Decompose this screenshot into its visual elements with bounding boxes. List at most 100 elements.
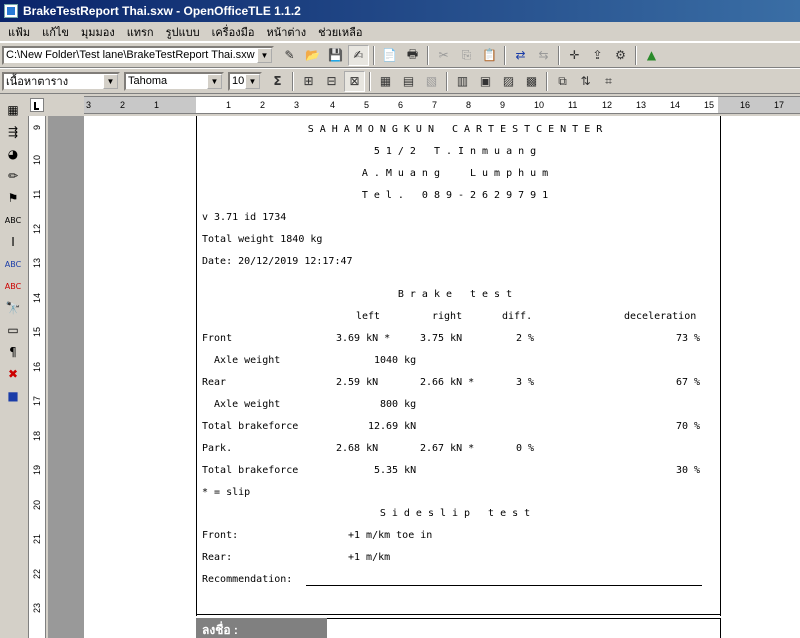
nonprinting-chars-icon[interactable]: ¶ xyxy=(3,342,23,362)
table-border xyxy=(327,618,720,619)
open-folder-icon[interactable]: 📂 xyxy=(302,45,323,66)
brake-test-title: Brake test xyxy=(397,289,519,300)
sum-icon[interactable]: Σ xyxy=(267,71,288,92)
data-source-icon[interactable]: ▭ xyxy=(3,320,23,340)
recommendation-label: Recommendation: xyxy=(202,574,293,585)
ruler-label: 11 xyxy=(32,189,42,199)
separator xyxy=(369,71,371,91)
col-diff-header: diff. xyxy=(502,311,533,322)
font-size-combo[interactable]: 10 ▼ xyxy=(228,71,262,91)
chevron-down-icon[interactable]: ▼ xyxy=(207,73,222,89)
menu-format[interactable]: รูปแบบ xyxy=(160,23,206,41)
chevron-down-icon[interactable]: ▼ xyxy=(103,73,118,89)
tab-stop-icon[interactable] xyxy=(30,98,44,112)
insert-fields-icon[interactable]: ⇶ xyxy=(3,122,23,142)
window-title: BrakeTestReport Thai.sxw - OpenOfficeTLE… xyxy=(23,4,301,18)
file-path-combo[interactable]: C:\New Folder\Test lane\BrakeTestReport … xyxy=(2,45,274,65)
optimize-icon[interactable]: ▧ xyxy=(421,71,442,92)
ruler-label: 2 xyxy=(120,100,126,110)
show-draw-functions-icon[interactable]: ✏ xyxy=(3,166,23,186)
ruler-label: 3 xyxy=(86,100,92,110)
chevron-down-icon[interactable]: ▼ xyxy=(257,47,272,63)
font-name-combo[interactable]: Tahoma ▼ xyxy=(124,71,224,91)
ruler-label: 15 xyxy=(32,326,42,337)
gallery-icon[interactable]: ▲ xyxy=(641,45,662,66)
paragraph-style-combo[interactable]: เนื้อหาตาราง ▼ xyxy=(2,71,120,91)
align-top-icon[interactable]: ▥ xyxy=(452,71,473,92)
brake-row-label: Rear xyxy=(202,377,227,388)
hyperlink-icon[interactable]: ⇪ xyxy=(587,45,608,66)
ruler-label: 17 xyxy=(32,395,42,406)
report-address: 51/2 T.Inmuang xyxy=(373,146,543,157)
brake-row-label: Axle weight xyxy=(202,355,281,366)
brake-row-left: 5.35 kN xyxy=(374,465,417,476)
spellcheck-icon[interactable]: ABC xyxy=(3,254,23,274)
graphics-off-icon[interactable]: ✖ xyxy=(3,364,23,384)
menu-edit[interactable]: แก้ไข xyxy=(36,23,75,41)
vertical-ruler[interactable]: 9 10 11 12 13 14 15 16 17 18 19 20 21 22… xyxy=(28,116,46,638)
signature-cell[interactable]: ลงชื่อ : xyxy=(196,618,327,638)
table-select-icon[interactable]: ⊠ xyxy=(344,70,365,92)
chevron-down-icon[interactable]: ▼ xyxy=(245,73,260,89)
menu-tools[interactable]: เครื่องมือ xyxy=(206,23,261,41)
brake-row-diff: 2 % xyxy=(516,333,535,344)
menu-insert[interactable]: แทรก xyxy=(121,23,160,41)
merge-cells-icon[interactable]: ▦ xyxy=(375,71,396,92)
brake-row-decel: 70 % xyxy=(676,421,701,432)
menu-view[interactable]: มุมมอง xyxy=(75,23,121,41)
ruler-label: 20 xyxy=(32,499,42,510)
cut-icon[interactable]: ✂ xyxy=(433,45,454,66)
brake-row-left: 3.69 kN * xyxy=(336,333,391,344)
recommendation-line xyxy=(306,585,702,586)
find-replace-icon[interactable]: 🔭 xyxy=(3,298,23,318)
ruler-label: 10 xyxy=(32,154,42,165)
menu-file[interactable]: แฟ้ม xyxy=(2,23,36,41)
edit-autotext-icon[interactable]: ABC xyxy=(3,210,23,230)
undo-icon[interactable]: ⇄ xyxy=(510,45,531,66)
function-toolbar: C:\New Folder\Test lane\BrakeTestReport … xyxy=(0,42,800,68)
document-page[interactable]: SAHAMONGKUN CARTESTCENTER 51/2 T.Inmuang… xyxy=(84,116,800,638)
ruler-label: 3 xyxy=(294,100,300,110)
menu-help[interactable]: ช่วยเหลือ xyxy=(312,23,368,41)
ruler-label: 2 xyxy=(260,100,266,110)
ruler-label: 16 xyxy=(740,100,751,110)
print-icon[interactable]: 🖶 xyxy=(402,45,423,66)
navigator-icon[interactable]: ✛ xyxy=(564,45,585,66)
sort-icon[interactable]: ⇅ xyxy=(575,71,596,92)
auto-spellcheck-icon[interactable]: ABC xyxy=(3,276,23,296)
sideslip-front-value: +1 m/km toe in xyxy=(348,530,433,541)
font-name-value: Tahoma xyxy=(128,75,168,87)
form-functions-icon[interactable]: ⚑ xyxy=(3,188,23,208)
main-toolbar: ▦ ⇶ ◕ ✏ ⚑ ABC I ABC ABC 🔭 ▭ ¶ ✖ ■ xyxy=(0,94,26,638)
align-center-icon[interactable]: ▣ xyxy=(475,71,496,92)
align-bottom-icon[interactable]: ▨ xyxy=(498,71,519,92)
insert-table-icon[interactable]: ▦ xyxy=(3,100,23,120)
data-sources-icon[interactable]: ⚙ xyxy=(610,45,631,66)
horizontal-ruler[interactable]: 3 2 1 1 2 3 4 5 6 7 8 9 10 11 12 13 14 1… xyxy=(84,96,800,114)
menu-window[interactable]: หน้าต่าง xyxy=(260,23,312,41)
col-decel-header: deceleration xyxy=(624,311,697,322)
insert-rows-icon[interactable]: ⊞ xyxy=(298,71,319,92)
insert-object-icon[interactable]: ◕ xyxy=(3,144,23,164)
export-pdf-icon[interactable]: 📄 xyxy=(379,45,400,66)
edit-file-icon[interactable]: ✎ xyxy=(279,45,300,66)
paste-icon[interactable]: 📋 xyxy=(479,45,500,66)
table-properties-icon[interactable]: ⧉ xyxy=(552,71,573,92)
borders-icon[interactable]: ▩ xyxy=(521,71,542,92)
online-layout-icon[interactable]: ■ xyxy=(3,386,23,406)
text-cursor-icon[interactable]: I xyxy=(3,232,23,252)
autoformat-icon[interactable]: ⌗ xyxy=(598,71,619,92)
split-cells-icon[interactable]: ▤ xyxy=(398,71,419,92)
brake-row-right: 3.75 kN xyxy=(420,333,463,344)
separator xyxy=(504,45,506,65)
ruler-label: 23 xyxy=(32,602,42,613)
save-icon[interactable]: 💾 xyxy=(325,45,346,66)
redo-icon[interactable]: ⇆ xyxy=(533,45,554,66)
report-company: SAHAMONGKUN CARTESTCENTER xyxy=(307,124,609,135)
ruler-label: 22 xyxy=(32,568,42,579)
insert-columns-icon[interactable]: ⊟ xyxy=(321,71,342,92)
ruler-label: 14 xyxy=(670,100,681,110)
edit-mode-icon[interactable]: ✍ xyxy=(348,44,369,66)
copy-icon[interactable]: ⎘ xyxy=(456,45,477,66)
ruler-label: 19 xyxy=(32,464,42,475)
